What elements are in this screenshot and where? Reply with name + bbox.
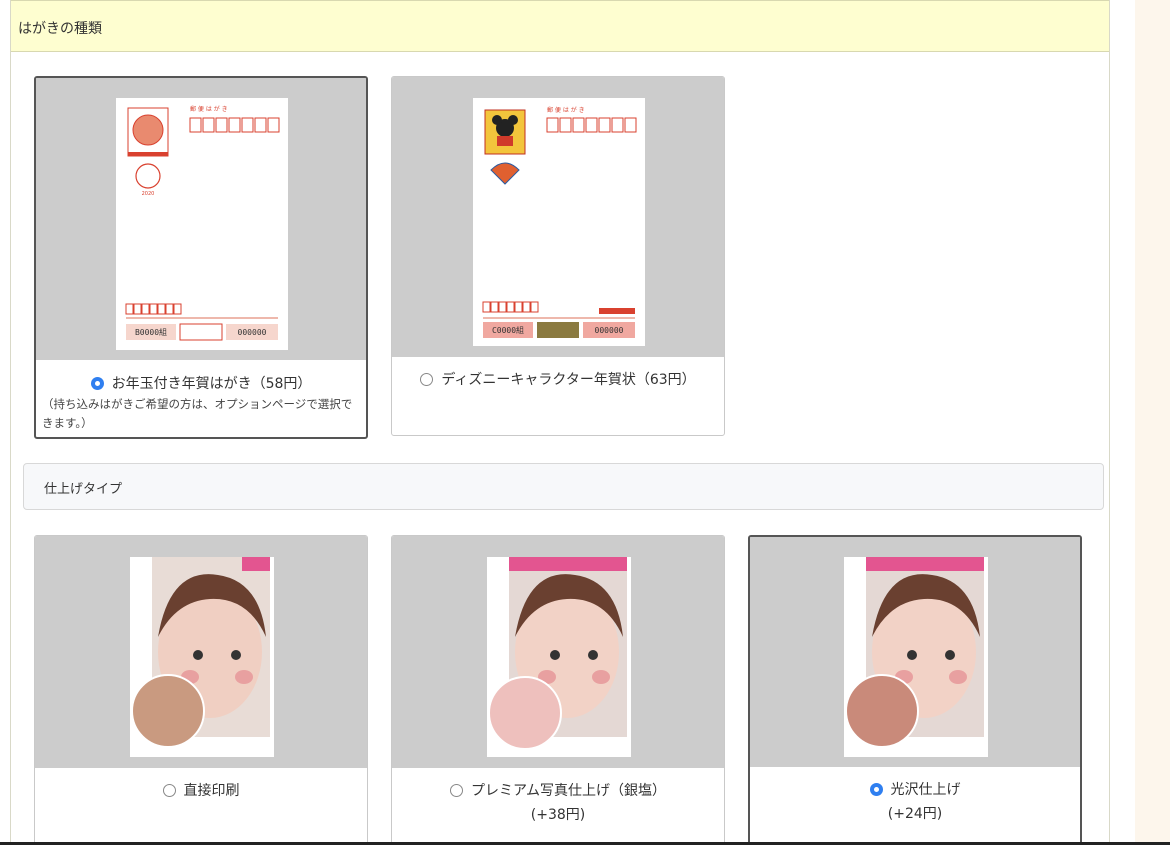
card-type-option-note: （持ち込みはがきご希望の方は、オプションページで選択できます。） (42, 397, 353, 430)
card-type-option-otoshidama[interactable]: 2020 郵 便 は が き B0000組 000000 お年玉付き年賀はがき（… (34, 76, 368, 439)
card-type-option-label-row[interactable]: ディズニーキャラクター年賀状（63円） (392, 369, 724, 389)
postcard-thumbnail: 郵 便 は が き C0000組 000000 (392, 77, 724, 357)
finish-option-direct-print[interactable]: 直接印刷 (34, 535, 368, 845)
finish-option-label: 光沢仕上げ (890, 782, 961, 798)
finish-thumbnail (750, 537, 1080, 767)
card-type-option-label: ディズニーキャラクター年賀状（63円） (441, 372, 696, 388)
baby-photo-direct-print-image (130, 557, 274, 757)
order-options-panel: はがきの種類 2020 郵 便 は が き B0000組 000000 お年玉付… (10, 0, 1110, 845)
radio-selected-icon[interactable] (90, 377, 104, 390)
finish-option-price: (+24円) (887, 806, 943, 822)
finish-option-label-row[interactable]: 光沢仕上げ (750, 779, 1080, 799)
finish-option-glossy[interactable]: 光沢仕上げ (+24円) (748, 535, 1082, 845)
finish-option-price: (+38円) (530, 807, 586, 823)
right-margin-strip (1135, 0, 1170, 845)
svg-text:000000: 000000 (238, 328, 267, 337)
texture-zoom-lens (488, 676, 562, 750)
radio-unselected-icon[interactable] (420, 373, 434, 386)
radio-selected-icon[interactable] (869, 783, 883, 796)
svg-text:B0000組: B0000組 (135, 327, 167, 337)
finish-thumbnail (392, 536, 724, 768)
svg-text:郵 便 は が き: 郵 便 は が き (190, 105, 228, 113)
svg-text:郵 便 は が き: 郵 便 は が き (547, 106, 585, 114)
card-type-option-label-row[interactable]: お年玉付き年賀はがき（58円） (36, 373, 366, 393)
postcard-otoshidama-image: 2020 郵 便 は が き B0000組 000000 (116, 98, 288, 350)
card-type-option-disney[interactable]: 郵 便 は が き C0000組 000000 ディズニーキャラクター年賀状（6… (391, 76, 725, 436)
svg-text:C0000組: C0000組 (492, 325, 524, 335)
svg-text:2020: 2020 (142, 191, 155, 197)
finish-option-label-row[interactable]: プレミアム写真仕上げ（銀塩） (392, 780, 724, 800)
postcard-disney-image: 郵 便 は が き C0000組 000000 (473, 98, 645, 346)
svg-text:000000: 000000 (595, 326, 624, 335)
baby-photo-glossy-image (844, 557, 988, 757)
finish-option-label: プレミアム写真仕上げ（銀塩） (470, 783, 667, 799)
postcard-thumbnail: 2020 郵 便 は が き B0000組 000000 (36, 78, 366, 360)
texture-zoom-lens (131, 674, 205, 748)
baby-photo-premium-image (487, 557, 631, 757)
texture-zoom-lens (845, 674, 919, 748)
finish-thumbnail (35, 536, 367, 768)
finish-option-label-row[interactable]: 直接印刷 (35, 780, 367, 800)
card-type-option-label: お年玉付き年賀はがき（58円） (111, 376, 312, 392)
card-type-header: はがきの種類 (11, 0, 1109, 52)
finish-option-label: 直接印刷 (183, 783, 240, 799)
finish-option-premium-photo[interactable]: プレミアム写真仕上げ（銀塩） (+38円) (391, 535, 725, 845)
radio-unselected-icon[interactable] (162, 784, 176, 797)
card-type-title: はがきの種類 (18, 21, 102, 37)
finish-type-title: 仕上げタイプ (44, 482, 123, 497)
radio-unselected-icon[interactable] (449, 784, 463, 797)
finish-type-header: 仕上げタイプ (23, 463, 1104, 510)
